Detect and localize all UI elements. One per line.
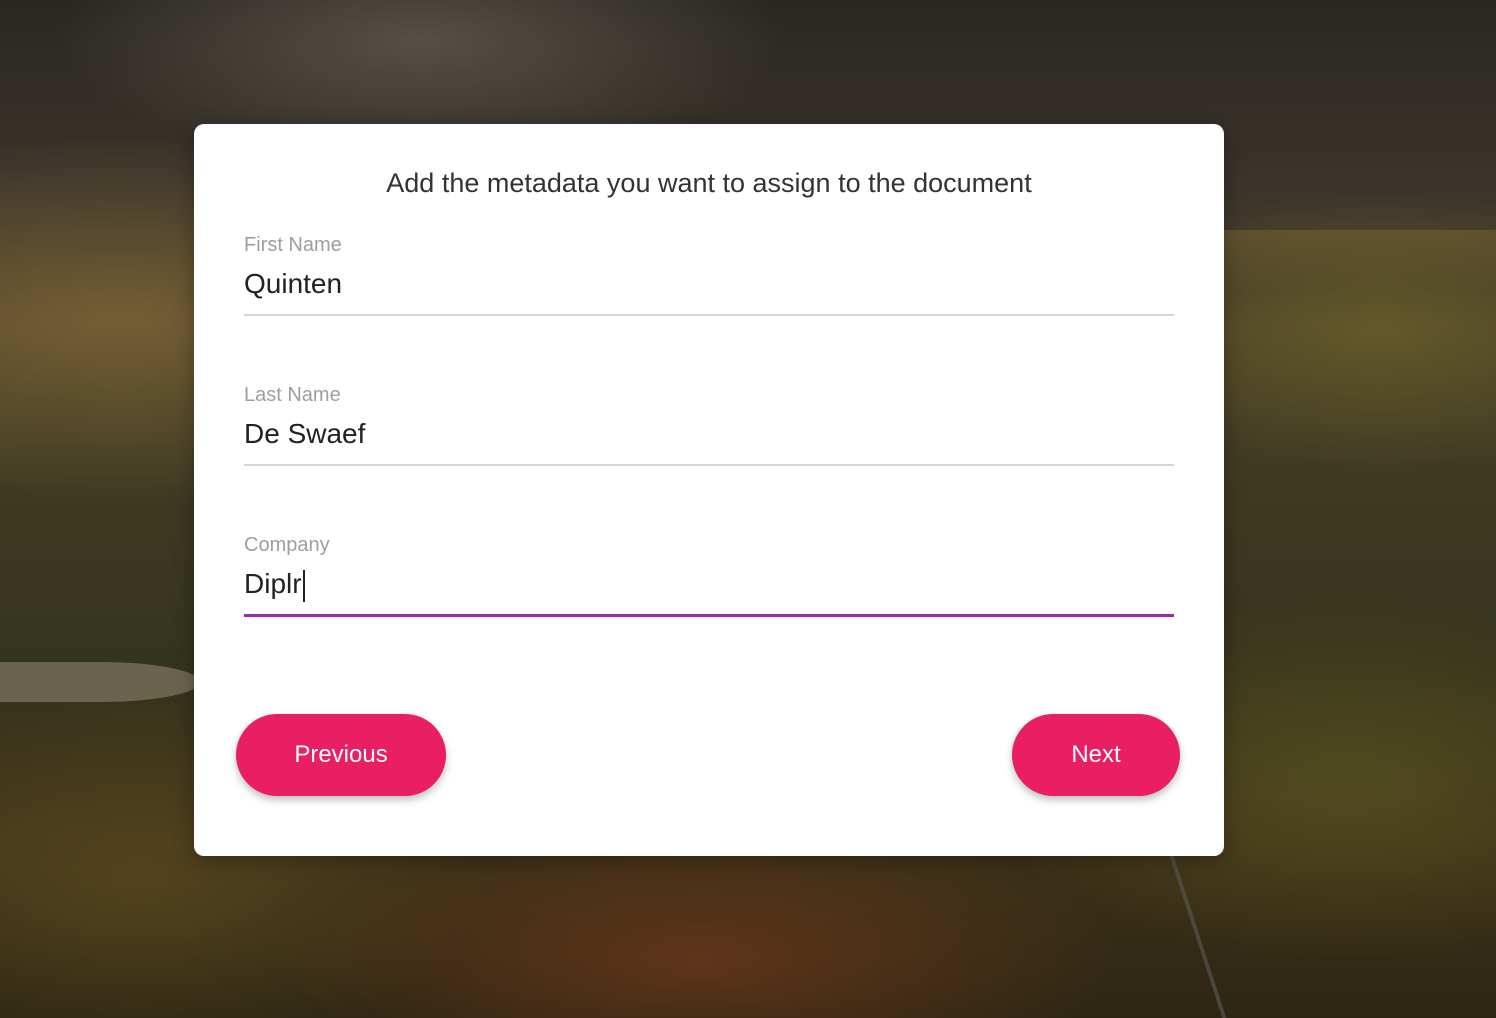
metadata-dialog: Add the metadata you want to assign to t… <box>194 124 1224 856</box>
company-label: Company <box>244 534 330 556</box>
text-caret <box>302 569 305 602</box>
last-name-input[interactable] <box>244 412 1174 456</box>
dialog-title: Add the metadata you want to assign to t… <box>386 168 1032 198</box>
last-name-label: Last Name <box>244 384 341 406</box>
first-name-underline <box>244 314 1174 316</box>
background-ridge <box>1224 230 1496 290</box>
background-lake <box>0 662 200 702</box>
company-input-text: Diplr <box>244 568 302 599</box>
previous-button[interactable]: Previous <box>236 714 446 796</box>
next-button[interactable]: Next <box>1012 714 1180 796</box>
company-underline-focused <box>244 614 1174 617</box>
company-input[interactable]: Diplr <box>244 566 305 602</box>
last-name-underline <box>244 464 1174 466</box>
first-name-input[interactable] <box>244 262 1174 306</box>
background-road <box>1167 850 1317 1018</box>
first-name-label: First Name <box>244 234 342 256</box>
